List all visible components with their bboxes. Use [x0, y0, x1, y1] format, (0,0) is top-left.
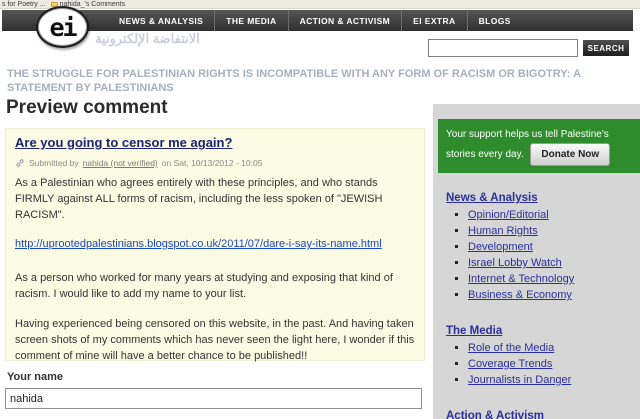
comment-title-link[interactable]: Are you going to censor me again? — [15, 135, 232, 150]
your-name-input[interactable] — [5, 388, 422, 409]
comment-paragraph: As a person who worked for many years at… — [15, 270, 415, 302]
sidebar: Your support helps us tell Palestine's s… — [433, 104, 640, 419]
nav-item-blogs[interactable]: BLOGS — [467, 10, 522, 31]
your-name-label: Your name — [7, 371, 63, 383]
comment-paragraph: As a Palestinian who agrees entirely wit… — [15, 175, 415, 223]
sidebar-section-the-media: The Media Role of the Media Coverage Tre… — [433, 306, 640, 386]
browser-bookmark-strip: s for Poetry ... nahida_'s Comments — [0, 0, 640, 9]
search-button[interactable]: SEARCH — [583, 40, 629, 56]
sidebar-item-journalists-in-danger[interactable]: Journalists in Danger — [468, 375, 640, 386]
comment-meta: Submitted by nahida (not verified) on Sa… — [15, 158, 415, 168]
sidebar-item-israel-lobby-watch[interactable]: Israel Lobby Watch — [468, 258, 640, 269]
nav-item-action-activism[interactable]: ACTION & ACTIVISM — [288, 10, 402, 31]
search-input[interactable] — [428, 39, 578, 57]
ei-logo-text: ei — [49, 13, 75, 42]
sidebar-section-news-analysis: News & Analysis Opinion/Editorial Human … — [433, 173, 640, 301]
bookmark-label: s for Poetry ... — [2, 1, 46, 8]
main-navbar: NEWS & ANALYSIS THE MEDIA ACTION & ACTIV… — [2, 10, 633, 31]
submitted-date: on Sat, 10/13/2012 - 10:05 — [162, 158, 263, 168]
nav-item-ei-extra[interactable]: EI EXTRA — [401, 10, 466, 31]
permalink-icon — [15, 158, 25, 168]
comment-url-link[interactable]: http://uprootedpalestinians.blogspot.co.… — [15, 238, 382, 250]
nav-item-news-analysis[interactable]: NEWS & ANALYSIS — [108, 10, 214, 31]
comment-author-link[interactable]: nahida (not verified) — [83, 158, 158, 168]
sidebar-section-action-activism: Action & Activism Activism News — [433, 391, 640, 419]
sidebar-item-opinion-editorial[interactable]: Opinion/Editorial — [468, 210, 640, 221]
sidebar-item-role-of-the-media[interactable]: Role of the Media — [468, 343, 640, 354]
sidebar-heading-action-activism[interactable]: Action & Activism — [446, 410, 544, 419]
nav-item-the-media[interactable]: THE MEDIA — [214, 10, 287, 31]
donate-banner: Your support helps us tell Palestine's s… — [438, 119, 640, 173]
sidebar-item-human-rights[interactable]: Human Rights — [468, 226, 640, 237]
sidebar-item-coverage-trends[interactable]: Coverage Trends — [468, 359, 640, 370]
donate-now-button[interactable]: Donate Now — [530, 143, 610, 166]
submitted-prefix: Submitted by — [29, 158, 79, 168]
arabic-tagline: الانتفاضة الإلكترونية — [95, 31, 275, 47]
ei-logo[interactable]: ei — [36, 6, 89, 48]
article-heading[interactable]: THE STRUGGLE FOR PALESTINIAN RIGHTS IS I… — [7, 67, 625, 95]
comment-preview-box: Are you going to censor me again? Submit… — [5, 128, 425, 361]
comment-paragraph: Having experienced being censored on thi… — [15, 316, 415, 364]
sidebar-item-business-economy[interactable]: Business & Economy — [468, 290, 640, 301]
page-title: Preview comment — [6, 97, 168, 119]
sidebar-heading-news-analysis[interactable]: News & Analysis — [446, 192, 538, 204]
sidebar-heading-the-media[interactable]: The Media — [446, 325, 502, 337]
sidebar-item-internet-technology[interactable]: Internet & Technology — [468, 274, 640, 285]
sidebar-item-development[interactable]: Development — [468, 242, 640, 253]
bookmark-item[interactable]: s for Poetry ... — [2, 1, 46, 8]
